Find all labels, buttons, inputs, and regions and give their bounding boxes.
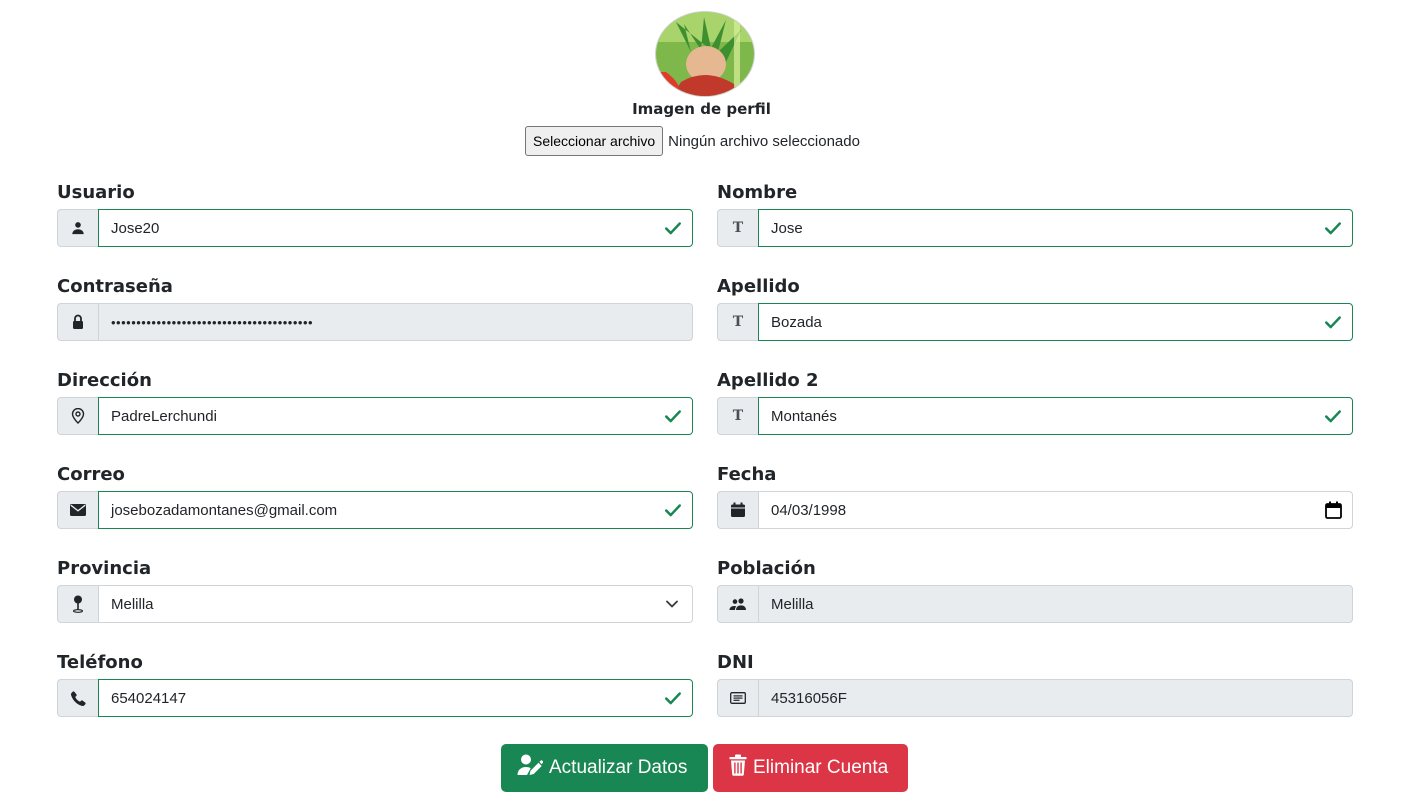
- provincia-label: Provincia: [57, 558, 152, 579]
- apellido2-value: Montanés: [771, 407, 837, 425]
- correo-input[interactable]: josebozadamontanes@gmail.com: [98, 491, 693, 529]
- form-actions: Actualizar Datos Eliminar Cuenta: [501, 744, 908, 792]
- lock-icon: [57, 303, 98, 341]
- people-icon: [717, 585, 758, 623]
- update-data-label: Actualizar Datos: [549, 757, 688, 778]
- apellido-field: Apellido T Bozada: [717, 275, 1353, 341]
- correo-value: josebozadamontanes@gmail.com: [111, 501, 338, 519]
- telefono-field: Teléfono 654024147: [57, 651, 693, 717]
- contrasena-value: ••••••••••••••••••••••••••••••••••••••••: [111, 314, 314, 330]
- update-data-button[interactable]: Actualizar Datos: [501, 744, 708, 792]
- phone-icon: [57, 679, 98, 717]
- provincia-field: Provincia Melilla: [57, 557, 693, 623]
- usuario-value: Jose20: [111, 219, 160, 237]
- file-input[interactable]: Seleccionar archivo Ningún archivo selec…: [525, 126, 860, 156]
- direccion-field: Dirección PadreLerchundi: [57, 369, 693, 435]
- nombre-field: Nombre T Jose: [717, 181, 1353, 247]
- check-icon: [1324, 407, 1342, 425]
- file-status-text: Ningún archivo seleccionado: [668, 132, 860, 150]
- provincia-select[interactable]: Melilla: [98, 585, 693, 623]
- chevron-down-icon: [666, 600, 678, 608]
- user-edit-icon: [517, 754, 544, 782]
- text-icon: T: [717, 303, 758, 341]
- apellido-input[interactable]: Bozada: [758, 303, 1353, 341]
- contrasena-field: Contraseña •••••••••••••••••••••••••••••…: [57, 275, 693, 341]
- apellido2-label: Apellido 2: [717, 370, 819, 391]
- delete-account-button[interactable]: Eliminar Cuenta: [713, 744, 908, 792]
- text-icon: T: [717, 397, 758, 435]
- fecha-input[interactable]: 04/03/1998: [758, 491, 1353, 529]
- correo-label: Correo: [57, 464, 125, 485]
- profile-image-caption: Imagen de perfil: [632, 100, 771, 118]
- dni-input[interactable]: 45316056F: [758, 679, 1353, 717]
- poblacion-label: Población: [717, 558, 816, 579]
- contrasena-input[interactable]: ••••••••••••••••••••••••••••••••••••••••: [98, 303, 693, 341]
- nombre-label: Nombre: [717, 182, 798, 203]
- fecha-value: 04/03/1998: [771, 501, 847, 519]
- dni-field: DNI 45316056F: [717, 651, 1353, 717]
- apellido-value: Bozada: [771, 313, 822, 331]
- check-icon: [1324, 313, 1342, 331]
- direccion-input[interactable]: PadreLerchundi: [98, 397, 693, 435]
- delete-account-label: Eliminar Cuenta: [753, 757, 889, 778]
- person-icon: [57, 209, 98, 247]
- calendar-icon: [717, 491, 758, 529]
- pushpin-icon: [57, 585, 98, 623]
- map-pin-icon: [57, 397, 98, 435]
- dni-label: DNI: [717, 652, 754, 673]
- fecha-field: Fecha 04/03/1998: [717, 463, 1353, 529]
- nombre-input[interactable]: Jose: [758, 209, 1353, 247]
- telefono-value: 654024147: [111, 689, 187, 707]
- text-icon: T: [717, 209, 758, 247]
- calendar-picker-icon[interactable]: [1325, 501, 1342, 519]
- check-icon: [664, 219, 682, 237]
- check-icon: [664, 501, 682, 519]
- check-icon: [664, 689, 682, 707]
- usuario-field: Usuario Jose20: [57, 181, 693, 247]
- contrasena-label: Contraseña: [57, 276, 173, 297]
- id-card-icon: [717, 679, 758, 717]
- trash-icon: [729, 754, 747, 782]
- apellido2-input[interactable]: Montanés: [758, 397, 1353, 435]
- poblacion-input[interactable]: Melilla: [758, 585, 1353, 623]
- envelope-icon: [57, 491, 98, 529]
- telefono-input[interactable]: 654024147: [98, 679, 693, 717]
- check-icon: [1324, 219, 1342, 237]
- apellido-label: Apellido: [717, 276, 800, 297]
- apellido2-field: Apellido 2 T Montanés: [717, 369, 1353, 435]
- poblacion-field: Población Melilla: [717, 557, 1353, 623]
- correo-field: Correo josebozadamontanes@gmail.com: [57, 463, 693, 529]
- nombre-value: Jose: [771, 219, 803, 237]
- dni-value: 45316056F: [771, 689, 847, 707]
- direccion-label: Dirección: [57, 370, 152, 391]
- profile-avatar: [655, 11, 755, 97]
- fecha-label: Fecha: [717, 464, 777, 485]
- usuario-label: Usuario: [57, 182, 135, 203]
- telefono-label: Teléfono: [57, 652, 143, 673]
- check-icon: [664, 407, 682, 425]
- poblacion-value: Melilla: [771, 595, 814, 613]
- direccion-value: PadreLerchundi: [111, 407, 217, 425]
- provincia-value: Melilla: [111, 595, 154, 613]
- usuario-input[interactable]: Jose20: [98, 209, 693, 247]
- choose-file-button[interactable]: Seleccionar archivo: [525, 126, 664, 156]
